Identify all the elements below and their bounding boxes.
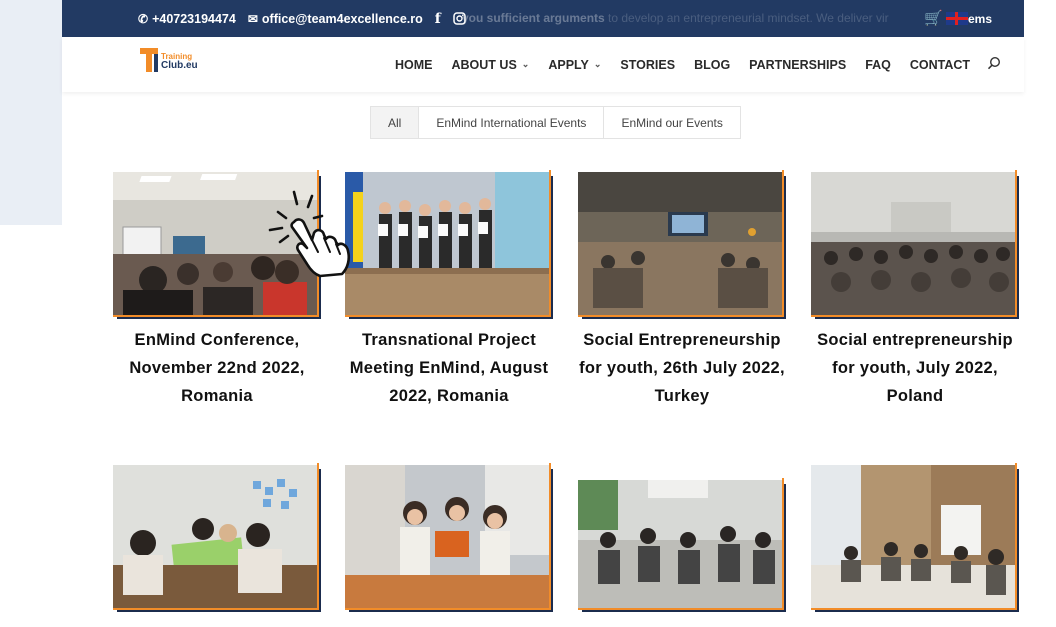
event-photo[interactable] xyxy=(345,465,549,608)
event-photo[interactable] xyxy=(345,172,549,315)
event-photo[interactable] xyxy=(578,172,782,315)
nav-faq[interactable]: FAQ xyxy=(865,58,891,72)
gallery-card[interactable] xyxy=(345,463,553,619)
search-icon[interactable] xyxy=(987,56,1001,73)
nav-blog[interactable]: BLOG xyxy=(694,58,730,72)
event-photo[interactable] xyxy=(578,480,782,608)
nav-apply[interactable]: APPLY ⌄ xyxy=(548,58,601,72)
gallery-filter-tabs: All EnMind International Events EnMind o… xyxy=(370,106,741,139)
website: you sufficient arguments to develop an e… xyxy=(62,0,1024,627)
chevron-down-icon: ⌄ xyxy=(521,59,530,69)
event-title[interactable]: Transnational Project Meeting EnMind, Au… xyxy=(345,326,553,410)
gallery-card[interactable]: Social Entrepreneurship for youth, 26th … xyxy=(578,170,786,410)
event-photo[interactable] xyxy=(811,465,1015,608)
page: you sufficient arguments to develop an e… xyxy=(0,0,1056,627)
gallery-card[interactable]: Social entrepreneurship for youth, July … xyxy=(811,170,1019,410)
filter-our-events[interactable]: EnMind our Events xyxy=(604,107,740,138)
gallery-card[interactable] xyxy=(811,463,1019,619)
faded-intro-text: you sufficient arguments to develop an e… xyxy=(462,11,889,25)
nav-partnerships[interactable]: PARTNERSHIPS xyxy=(749,58,846,72)
uk-flag-icon[interactable] xyxy=(946,12,968,25)
chevron-down-icon: ⌄ xyxy=(593,59,602,69)
mail-icon: ✉ xyxy=(247,11,258,26)
gallery-card[interactable]: Transnational Project Meeting EnMind, Au… xyxy=(345,170,553,410)
gallery-card[interactable] xyxy=(113,463,321,619)
main-menu: HOME ABOUT US ⌄ APPLY ⌄ STORIES BLOG PARTN… xyxy=(395,37,1001,92)
facebook-icon[interactable]: f xyxy=(435,11,441,27)
phone-icon: ✆ xyxy=(138,11,149,26)
logo-text-club: Club.eu xyxy=(161,60,198,71)
event-title[interactable]: Social entrepreneurship for youth, July … xyxy=(811,326,1019,410)
cart-icon[interactable]: 🛒 xyxy=(924,9,943,27)
event-title[interactable]: EnMind Conference, November 22nd 2022, R… xyxy=(113,326,321,410)
filter-all[interactable]: All xyxy=(371,107,420,138)
email-link[interactable]: ✉ office@team4excellence.ro xyxy=(248,12,423,26)
nav-about-us[interactable]: ABOUT US ⌄ xyxy=(452,58,530,72)
hand-pointer-icon xyxy=(264,190,356,278)
site-logo[interactable]: Training Club.eu xyxy=(140,48,212,80)
side-panel xyxy=(0,0,62,225)
main-navbar: Training Club.eu HOME ABOUT US ⌄ APPLY ⌄ S… xyxy=(62,37,1024,92)
topbar-tail-text: ems xyxy=(968,12,993,26)
phone-link[interactable]: ✆ +40723194474 xyxy=(138,12,236,26)
event-photo[interactable] xyxy=(113,465,317,608)
filter-international-events[interactable]: EnMind International Events xyxy=(419,107,605,138)
event-photo[interactable] xyxy=(811,172,1015,315)
nav-contact[interactable]: CONTACT xyxy=(910,58,970,72)
nav-home[interactable]: HOME xyxy=(395,58,433,72)
email-address: office@team4excellence.ro xyxy=(261,11,423,26)
top-bar: you sufficient arguments to develop an e… xyxy=(62,0,1024,37)
nav-stories[interactable]: STORIES xyxy=(620,58,675,72)
phone-number: +40723194474 xyxy=(152,11,236,26)
event-title[interactable]: Social Entrepreneurship for youth, 26th … xyxy=(578,326,786,410)
gallery-card[interactable] xyxy=(578,478,786,619)
